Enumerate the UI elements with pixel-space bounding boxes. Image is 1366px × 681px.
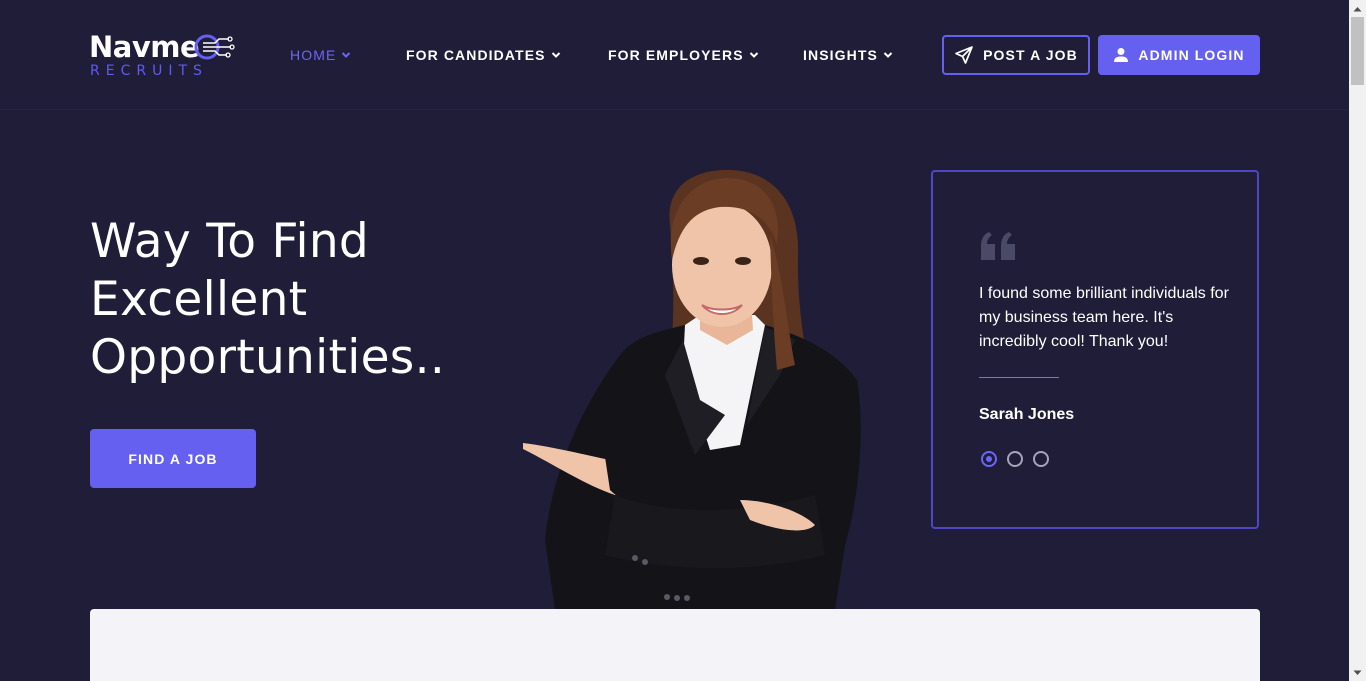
- testimonial-card: I found some brilliant individuals for m…: [931, 170, 1259, 529]
- hero-title-line: Way To Find: [90, 214, 370, 269]
- nav-item-for-candidates[interactable]: FOR CANDIDATES: [406, 47, 561, 63]
- businesswoman-image: [523, 169, 861, 610]
- brand-logo[interactable]: Navme RECRUITS: [89, 30, 239, 82]
- nav-item-label: HOME: [290, 47, 337, 63]
- nav-item-insights[interactable]: INSIGHTS: [803, 47, 893, 63]
- carousel-dots: [981, 451, 1049, 467]
- chevron-down-icon: [551, 52, 560, 58]
- post-job-button[interactable]: POST A JOB: [942, 35, 1090, 75]
- chevron-down-icon: [342, 52, 351, 58]
- hero-title: Way To Find Excellent Opportunities..: [90, 213, 510, 387]
- quote-icon: [981, 232, 1015, 260]
- site-header: Navme RECRUITS HOME FOR CANDIDATES FOR E…: [0, 0, 1349, 110]
- find-job-button[interactable]: FIND A JOB: [90, 429, 256, 488]
- find-job-label: FIND A JOB: [128, 450, 218, 467]
- scroll-up-arrow-icon[interactable]: [1349, 0, 1366, 17]
- nav-item-label: INSIGHTS: [803, 47, 878, 63]
- circuit-logo-icon: [194, 34, 235, 60]
- divider: [979, 377, 1059, 378]
- testimonial-quote: I found some brilliant individuals for m…: [979, 285, 1229, 350]
- testimonial-author: Sarah Jones: [979, 406, 1075, 423]
- scroll-down-arrow-icon[interactable]: [1349, 664, 1366, 681]
- user-icon: [1114, 48, 1129, 62]
- post-job-label: POST A JOB: [983, 47, 1078, 63]
- vertical-scrollbar[interactable]: [1349, 0, 1366, 681]
- brand-tagline: RECRUITS: [90, 63, 208, 79]
- admin-login-button[interactable]: ADMIN LOGIN: [1098, 35, 1260, 75]
- scrollbar-thumb[interactable]: [1351, 17, 1364, 85]
- nav-item-label: FOR CANDIDATES: [406, 47, 546, 63]
- nav-item-label: FOR EMPLOYERS: [608, 47, 744, 63]
- carousel-dot-3[interactable]: [1033, 451, 1049, 467]
- hero-title-line: Excellent: [90, 272, 308, 327]
- nav-item-home[interactable]: HOME: [290, 47, 351, 63]
- hero-title-line: Opportunities..: [90, 330, 446, 385]
- search-panel: [90, 609, 1260, 681]
- admin-login-label: ADMIN LOGIN: [1138, 47, 1245, 63]
- carousel-dot-1[interactable]: [981, 451, 997, 467]
- brand-name: Navme: [89, 30, 200, 64]
- nav-item-for-employers[interactable]: FOR EMPLOYERS: [608, 47, 759, 63]
- chevron-down-icon: [749, 52, 758, 58]
- paper-plane-icon: [955, 46, 973, 64]
- page: Navme RECRUITS HOME FOR CANDIDATES FOR E…: [0, 0, 1349, 681]
- chevron-down-icon: [883, 52, 893, 58]
- carousel-dot-2[interactable]: [1007, 451, 1023, 467]
